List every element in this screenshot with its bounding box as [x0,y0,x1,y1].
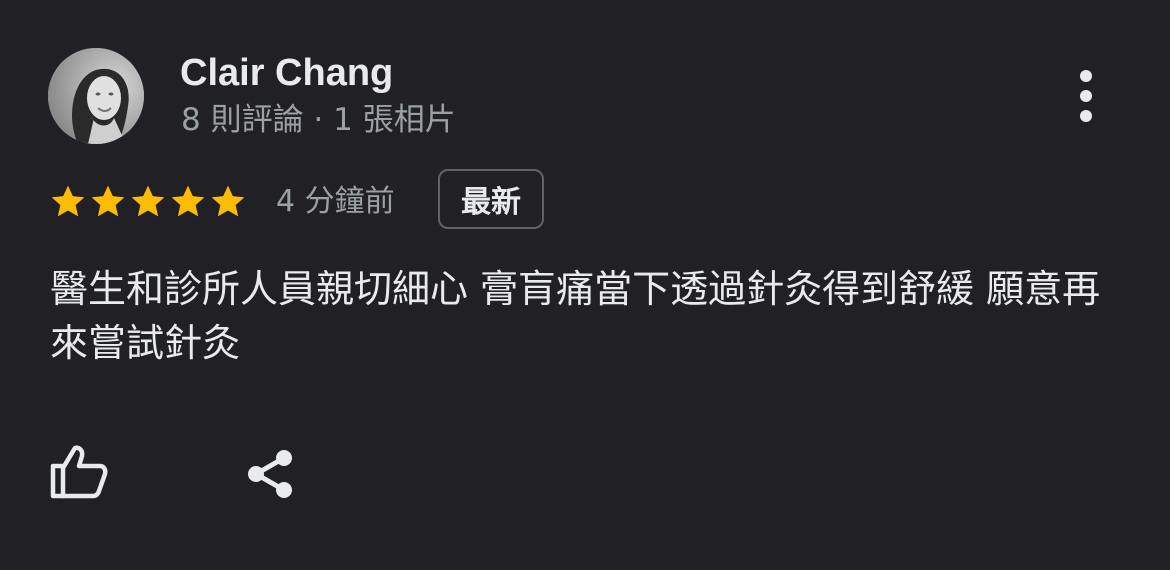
newest-badge: 最新 [438,169,544,229]
star-icon [131,185,165,217]
review-time: 4 分鐘前 [276,184,395,219]
thumb-up-icon[interactable] [48,444,110,500]
star-icon [91,185,125,217]
star-icon [171,185,205,217]
author-stats: 8 則評論 · 1 張相片 [181,102,456,138]
author-name[interactable]: Clair Chang [180,50,393,96]
star-icon [211,185,245,217]
share-icon[interactable] [244,446,296,502]
star-icon [51,185,85,217]
avatar[interactable] [48,48,144,144]
more-vert-icon[interactable] [1062,66,1110,128]
star-rating [48,182,248,222]
review-text: 醫生和診所人員親切細心 膏肓痛當下透過針灸得到舒緩 願意再來嘗試針灸 [50,267,1101,365]
